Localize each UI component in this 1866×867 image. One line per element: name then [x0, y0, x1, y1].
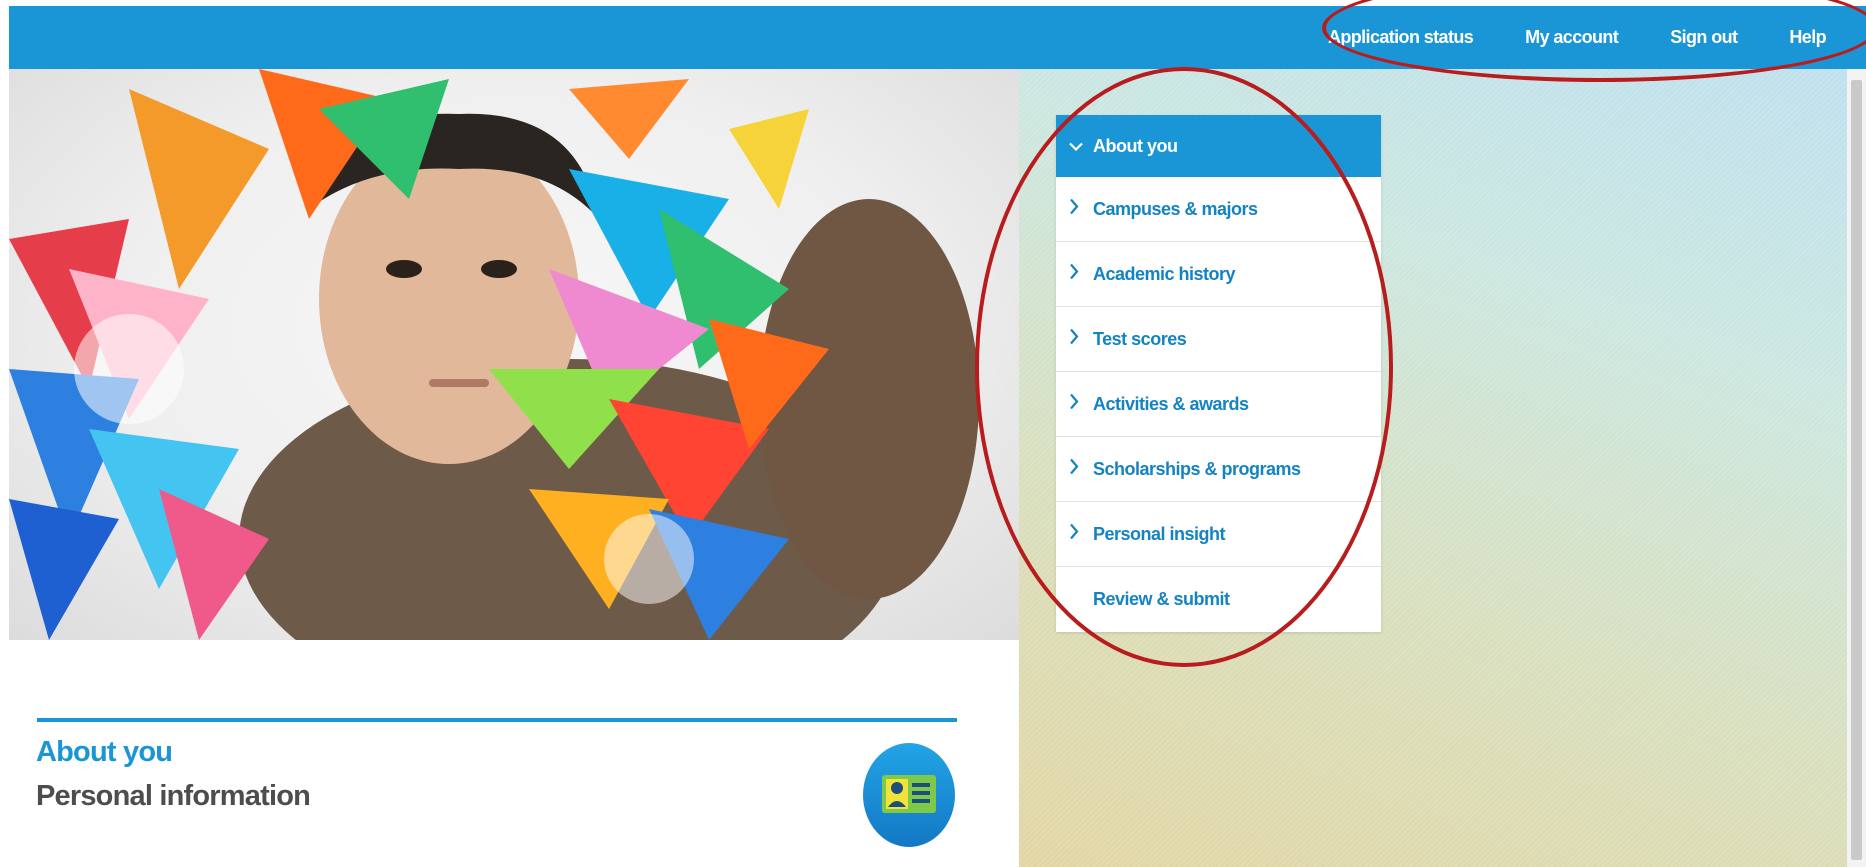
nav-help-link[interactable]: Help — [1789, 27, 1826, 48]
menu-item-label: Academic history — [1093, 263, 1236, 284]
menu-item-label: Campuses & majors — [1093, 198, 1258, 219]
hero-image — [9, 69, 1019, 640]
nav-application-status-link[interactable]: Application status — [1328, 27, 1474, 48]
menu-item-activities-awards[interactable]: Activities & awards — [1056, 372, 1381, 437]
menu-item-label: Personal insight — [1093, 523, 1226, 544]
chevron-right-icon — [1069, 523, 1079, 545]
top-nav: Application status My account Sign out H… — [1328, 6, 1827, 69]
menu-item-review-submit[interactable]: Review & submit — [1056, 567, 1381, 632]
id-card-icon — [862, 743, 956, 853]
nav-sign-out-link[interactable]: Sign out — [1670, 27, 1738, 48]
application-steps-menu: About you Campuses & majors Academic his… — [1056, 115, 1381, 632]
menu-item-label: Scholarships & programs — [1093, 458, 1301, 479]
menu-item-about-you[interactable]: About you — [1056, 115, 1381, 177]
menu-item-label: About you — [1093, 135, 1178, 156]
menu-item-personal-insight[interactable]: Personal insight — [1056, 502, 1381, 567]
menu-item-label: Review & submit — [1093, 589, 1230, 609]
menu-item-test-scores[interactable]: Test scores — [1056, 307, 1381, 372]
scrollbar-thumb[interactable] — [1851, 80, 1862, 860]
section-divider — [37, 718, 957, 722]
chevron-right-icon — [1069, 328, 1079, 350]
top-navigation-bar: Application status My account Sign out H… — [9, 6, 1866, 69]
menu-item-scholarships-programs[interactable]: Scholarships & programs — [1056, 437, 1381, 502]
menu-item-label: Test scores — [1093, 328, 1187, 349]
chevron-down-icon — [1069, 136, 1083, 157]
menu-item-campuses-majors[interactable]: Campuses & majors — [1056, 177, 1381, 242]
menu-item-academic-history[interactable]: Academic history — [1056, 242, 1381, 307]
section-subtitle: Personal information — [36, 780, 311, 812]
menu-item-label: Activities & awards — [1093, 393, 1249, 414]
section-title: About you — [36, 736, 173, 768]
chevron-right-icon — [1069, 393, 1079, 415]
chevron-right-icon — [1069, 198, 1079, 220]
nav-my-account-link[interactable]: My account — [1525, 27, 1619, 48]
hero-illustration — [9, 69, 979, 640]
chevron-right-icon — [1069, 263, 1079, 285]
chevron-right-icon — [1069, 458, 1079, 480]
